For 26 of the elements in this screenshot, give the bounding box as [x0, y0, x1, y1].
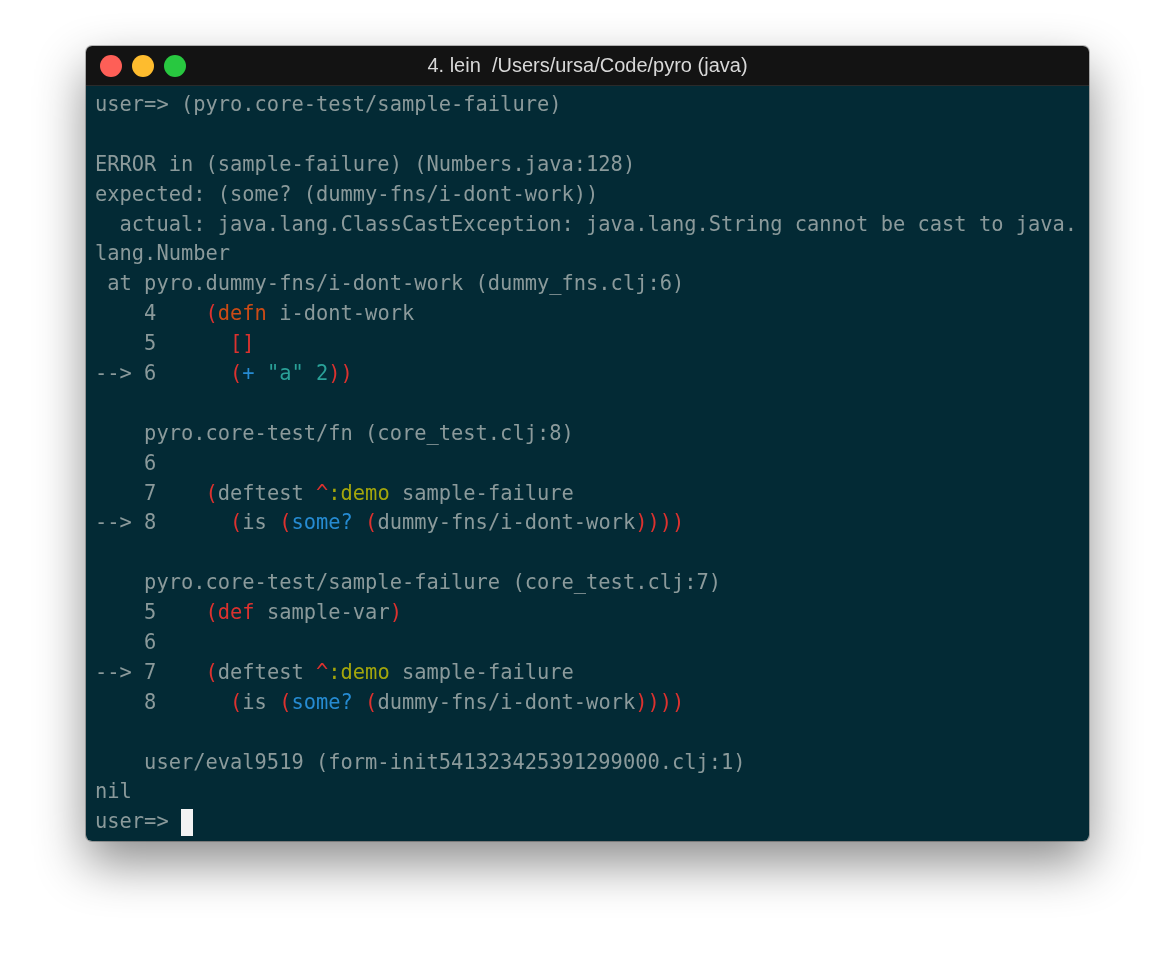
zoom-button[interactable] — [164, 54, 186, 77]
terminal-line: --> 8 (is (some? (dummy-fns/i-dont-work)))) — [95, 509, 685, 537]
terminal-line: --> 7 (deftest ^:demo sample-failure — [95, 658, 574, 686]
terminal-line: pyro.core-test/fn (core_test.clj:8) — [143, 419, 574, 447]
terminal-line: ERROR in (sample-failure) (Numbers.java:128) — [95, 150, 636, 178]
terminal-line: 4 (defn i-dont-work — [143, 300, 415, 328]
terminal-line: 6 — [143, 629, 157, 657]
close-button[interactable] — [100, 54, 122, 77]
terminal-line: 5 [] — [143, 330, 255, 358]
terminal-line: --> 6 (+ "a" 2)) — [95, 360, 353, 387]
terminal-line: nil — [95, 778, 132, 806]
prompt-line: user=> — [95, 808, 170, 836]
terminal-line: at pyro.dummy-fns/i-dont-work (dummy_fns.clj:6) — [106, 270, 685, 298]
terminal-line: expected: (some? (dummy-fns/i-dont-work)) — [95, 180, 599, 208]
terminal-line: 7 (deftest ^:demo sample-failure — [143, 479, 574, 507]
terminal-line: 6 — [143, 449, 157, 477]
terminal-line: 5 (def sample-var) — [143, 599, 402, 627]
terminal-line: pyro.core-test/sample-failure (core_test.clj:7) — [143, 569, 722, 597]
terminal-line: actual: java.lang.ClassCastException: java.lang.String cannot be cast to java. — [118, 210, 1078, 238]
window-title: 4. lein /Users/ursa/Code/pyro (java) — [427, 54, 748, 77]
terminal-line: lang.Number — [95, 240, 231, 268]
text-cursor — [180, 808, 193, 836]
terminal-line: 8 (is (some? (dummy-fns/i-dont-work)))) — [143, 688, 685, 716]
minimize-button[interactable] — [132, 54, 154, 77]
terminal-line: user/eval9519 (form-init541323425391299000.clj:1) — [143, 748, 746, 776]
terminal-line: user=> (pyro.core-test/sample-failure) — [95, 91, 562, 118]
